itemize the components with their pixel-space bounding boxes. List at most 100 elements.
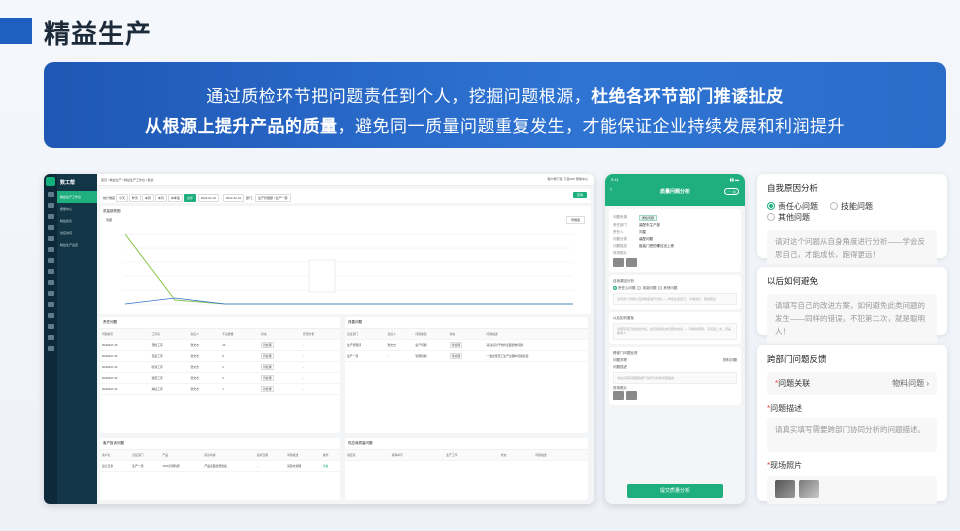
option-responsibility[interactable]: 责任心问题: [767, 201, 818, 212]
cell: 生产问题: [413, 339, 448, 351]
nav-icon[interactable]: [47, 324, 54, 329]
col-header: 问题描述: [533, 450, 588, 461]
nav-icon[interactable]: [47, 302, 54, 307]
desc-textarea[interactable]: 请在实填写需要跨部门协同分析的问题描述: [613, 371, 737, 384]
option-skill[interactable]: 技能问题: [830, 201, 873, 212]
nav-icon[interactable]: [47, 236, 54, 241]
table-row[interactable]: 昆仑五金 生产一部 CRS空调机组 产品表面出现划痕 - 请及时处理 查看: [100, 460, 340, 472]
radio-icon: [830, 202, 838, 210]
table-row[interactable]: R220407-45 包装工序 张文杰 5 待处理 -: [100, 350, 340, 362]
chip[interactable]: 昨天: [128, 194, 141, 202]
status-badge[interactable]: 待处理: [449, 342, 463, 348]
nav-icon[interactable]: [47, 203, 54, 208]
dept-select[interactable]: 生产管理部 / 生产一部: [255, 194, 291, 202]
issue-link-select[interactable]: *问题关联 物料问题 ›: [767, 372, 937, 395]
col-header: 客户名: [100, 450, 131, 461]
nav-icon[interactable]: [47, 225, 54, 230]
option-label[interactable]: 责任心问题: [618, 286, 636, 290]
col-header: 问题描述: [484, 329, 588, 340]
cell: 张文杰: [188, 383, 221, 395]
query-button[interactable]: 查询: [572, 192, 587, 198]
option-other[interactable]: 其他问题: [767, 212, 810, 223]
nav-icon[interactable]: [47, 335, 54, 340]
responsibility-table: 问题编号 工序名 责任人 不良数量 状态 原因分析 R220407-46 预检工序 张文杰 10…: [100, 329, 340, 395]
nav-icon[interactable]: [47, 192, 54, 197]
date-from-input[interactable]: 2022-01-01: [197, 194, 220, 202]
sub-nav-item[interactable]: 质量中心: [57, 203, 97, 215]
date-to-input[interactable]: 2022-12-31: [222, 194, 245, 202]
status-badge[interactable]: 待处理: [261, 353, 274, 359]
self-cause-card: 自我原因分析 责任心问题 技能问题其他问题 请对这个问题从自身角度进行分析——学会…: [757, 174, 947, 268]
cell: 生产一部: [345, 350, 386, 362]
sub-nav-item[interactable]: 精益生产设置: [57, 239, 97, 251]
submit-button[interactable]: 提交质量分析: [627, 484, 723, 498]
desc-textarea[interactable]: 请真实填写需要跨部门协同分析的问题描述。: [767, 418, 937, 452]
nav-icon[interactable]: [47, 346, 54, 351]
complaint-panel: 客户投诉问题 客户名 责任部门 产品 投诉内容 投诉日期 问题描述 操作 昆仑五金 生产一部 C…: [100, 438, 340, 500]
chip[interactable]: 本季度: [167, 194, 183, 202]
nav-icon[interactable]: [47, 214, 54, 219]
responsibility-panel: 责任问题 问题编号 工序名 责任人 不良数量 状态 原因分析 R220407-46 预检工序…: [100, 317, 340, 433]
status-badge[interactable]: 待处理: [261, 386, 274, 392]
nav-icon[interactable]: [47, 247, 54, 252]
nav-icon[interactable]: [47, 313, 54, 318]
cell: 一些出现员工生产过程中问题反馈: [484, 350, 588, 362]
table-row[interactable]: R220407-44 喷漆工序 张文杰 2 待处理 -: [100, 361, 340, 373]
radio-icon[interactable]: [613, 286, 617, 291]
panel-title: 责任问题: [100, 317, 340, 329]
cell: 预检工序: [149, 339, 189, 351]
option-label[interactable]: 其他问题: [663, 286, 677, 290]
table-row[interactable]: R220407-46 预检工序 张文杰 10 待处理 -: [100, 339, 340, 351]
col-header: 采购单号: [389, 450, 445, 461]
table-row[interactable]: 生产管理部 张文杰 生产问题 待处理 请注意对于零件表面划伤问题: [345, 339, 588, 351]
table-row[interactable]: 生产一部 - 管理问题 待处理 一些出现员工生产过程中问题反馈: [345, 350, 588, 362]
sub-nav-item[interactable]: 供应协同: [57, 227, 97, 239]
status-badge[interactable]: 待处理: [449, 353, 463, 359]
card-title: 以后如何避免: [767, 276, 819, 286]
photo-thumbnail[interactable]: [775, 480, 795, 498]
dept-label: 部门：: [246, 196, 256, 200]
radio-icon[interactable]: [658, 286, 663, 291]
chip[interactable]: 今天: [115, 194, 128, 202]
filter-bar: 统计维度 今天 昨天 本周 本月 本季度 全年 2022-01-01 - 2022-12-…: [100, 189, 591, 203]
photo-thumbnail[interactable]: [626, 390, 637, 400]
nav-icon[interactable]: [47, 269, 54, 274]
cell: -: [301, 383, 340, 395]
sub-nav-item[interactable]: 精益改善: [57, 215, 97, 227]
status-badge[interactable]: 待处理: [261, 342, 274, 348]
section-title: 以后如何避免: [613, 316, 634, 321]
photo-thumbnail[interactable]: [613, 390, 624, 400]
photo-thumbnail[interactable]: [626, 258, 637, 267]
chip-active[interactable]: 全年: [183, 194, 196, 202]
sub-nav-item[interactable]: 精益生产工作台: [57, 191, 97, 203]
radio-icon[interactable]: [637, 286, 642, 291]
col-header: 不良数量: [220, 329, 260, 340]
field-label: 责任人: [613, 230, 624, 234]
nav-icon[interactable]: [47, 258, 54, 263]
col-header: 责任人: [385, 329, 414, 340]
col-header: 状态: [447, 329, 485, 340]
avoid-textarea[interactable]: 请填写自己的改进方案，如何避免此类问题的发生——同样的错误，不犯第二次，就是聪明…: [767, 294, 937, 345]
nav-icon[interactable]: [47, 280, 54, 285]
chip[interactable]: 本月: [154, 194, 167, 202]
chip[interactable]: 本周: [141, 194, 154, 202]
field-value: 物料问题: [892, 379, 925, 388]
nav-icon[interactable]: [47, 291, 54, 296]
field-value: 装配问题: [639, 237, 653, 241]
table-row[interactable]: R220407-43 装配工序 张文杰 3 待处理 -: [100, 372, 340, 384]
table-row[interactable]: R220407-42 焊接工序 张文杰 1 待处理 -: [100, 383, 340, 395]
status-badge[interactable]: 待处理: [261, 364, 274, 370]
photo-thumbnail[interactable]: [613, 258, 624, 267]
view-link[interactable]: 查看: [320, 460, 340, 472]
col-header: 工序名: [149, 329, 189, 340]
col-header: 责任人: [188, 329, 221, 340]
topbar-links[interactable]: 客户端下载 下载APP 帮助中心: [547, 177, 588, 181]
option-label[interactable]: 技能问题: [642, 286, 656, 290]
link-select[interactable]: 物料问题: [723, 358, 737, 363]
avoid-textarea[interactable]: 请填写自己的改进方案，如何避免此类问题的发生——同样的错误，不犯第二次，就是聪明…: [613, 323, 737, 340]
cause-textarea[interactable]: 请对这个问题从自身角度进行分析——学会反思自己，才能成长，跑得更远: [613, 293, 737, 306]
status-badge[interactable]: 待处理: [261, 375, 274, 381]
photo-thumbnail[interactable]: [799, 480, 819, 498]
self-cause-textarea[interactable]: 请对这个问题从自身角度进行分析——学会反思自己，才能成长，跑得更远！: [767, 230, 937, 268]
more-icon[interactable]: ··· ◎: [724, 188, 739, 195]
